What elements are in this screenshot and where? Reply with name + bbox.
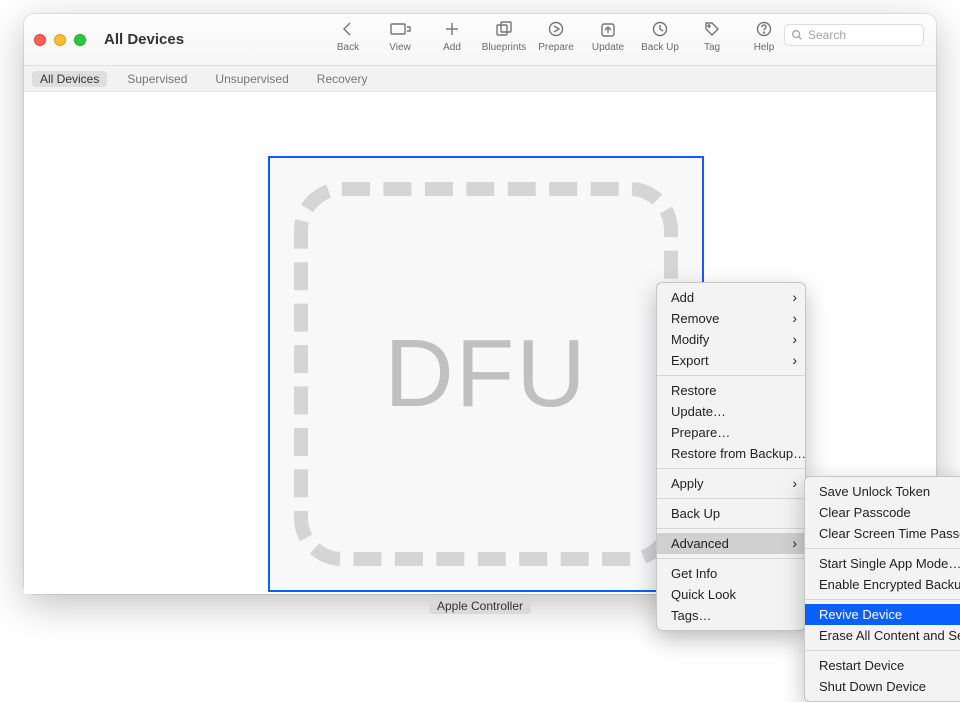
filter-unsupervised[interactable]: Unsupervised bbox=[207, 71, 296, 87]
submenu-clear-passcode[interactable]: Clear Passcode bbox=[805, 502, 960, 523]
filter-supervised[interactable]: Supervised bbox=[119, 71, 195, 87]
submenu-erase-all[interactable]: Erase All Content and Settings bbox=[805, 625, 960, 646]
submenu-shut-down-device[interactable]: Shut Down Device bbox=[805, 676, 960, 697]
submenu-save-unlock-token[interactable]: Save Unlock Token bbox=[805, 481, 960, 502]
menu-separator bbox=[657, 375, 805, 376]
menu-quick-look[interactable]: Quick Look bbox=[657, 584, 805, 605]
app-window: All Devices Back View Add Blueprints Pre… bbox=[24, 14, 936, 594]
menu-separator bbox=[805, 599, 960, 600]
filter-recovery[interactable]: Recovery bbox=[309, 71, 376, 87]
search-icon bbox=[791, 29, 803, 41]
prepare-icon bbox=[544, 18, 568, 40]
submenu-revive-device[interactable]: Revive Device bbox=[805, 604, 960, 625]
menu-apply[interactable]: Apply bbox=[657, 473, 805, 494]
search-input[interactable]: Search bbox=[784, 24, 924, 46]
menu-separator bbox=[805, 650, 960, 651]
add-button[interactable]: Add bbox=[426, 18, 478, 53]
toolbar-label: Update bbox=[592, 42, 624, 53]
prepare-button[interactable]: Prepare bbox=[530, 18, 582, 53]
filter-bar: All Devices Supervised Unsupervised Reco… bbox=[24, 66, 936, 92]
menu-restore[interactable]: Restore bbox=[657, 380, 805, 401]
update-icon bbox=[596, 18, 620, 40]
context-menu: Add Remove Modify Export Restore Update…… bbox=[656, 282, 806, 631]
plus-icon bbox=[440, 18, 464, 40]
toolbar: Back View Add Blueprints Prepare Update bbox=[322, 18, 790, 53]
menu-separator bbox=[657, 498, 805, 499]
menu-update[interactable]: Update… bbox=[657, 401, 805, 422]
submenu-single-app-mode[interactable]: Start Single App Mode… bbox=[805, 553, 960, 574]
menu-separator bbox=[657, 468, 805, 469]
menu-add[interactable]: Add bbox=[657, 287, 805, 308]
submenu-clear-screen-time[interactable]: Clear Screen Time Passcode bbox=[805, 523, 960, 544]
device-canvas: DFU Apple Controller Add Remove Modify E… bbox=[24, 92, 936, 594]
menu-get-info[interactable]: Get Info bbox=[657, 563, 805, 584]
help-button[interactable]: Help bbox=[738, 18, 790, 53]
toolbar-label: Add bbox=[443, 42, 461, 53]
backup-icon bbox=[648, 18, 672, 40]
update-button[interactable]: Update bbox=[582, 18, 634, 53]
toolbar-label: Tag bbox=[704, 42, 720, 53]
toolbar-label: Back bbox=[337, 42, 359, 53]
toolbar-label: View bbox=[389, 42, 411, 53]
submenu-restart-device[interactable]: Restart Device bbox=[805, 655, 960, 676]
backup-button[interactable]: Back Up bbox=[634, 18, 686, 53]
view-icon bbox=[388, 18, 412, 40]
menu-modify[interactable]: Modify bbox=[657, 329, 805, 350]
toolbar-label: Prepare bbox=[538, 42, 574, 53]
traffic-lights bbox=[34, 34, 86, 46]
menu-backup[interactable]: Back Up bbox=[657, 503, 805, 524]
search-placeholder: Search bbox=[808, 28, 846, 42]
toolbar-label: Blueprints bbox=[482, 42, 526, 53]
blueprints-icon bbox=[492, 18, 516, 40]
menu-prepare[interactable]: Prepare… bbox=[657, 422, 805, 443]
minimize-button[interactable] bbox=[54, 34, 66, 46]
menu-separator bbox=[657, 558, 805, 559]
menu-restore-backup[interactable]: Restore from Backup… bbox=[657, 443, 805, 464]
menu-advanced[interactable]: Advanced bbox=[657, 533, 805, 554]
menu-tags[interactable]: Tags… bbox=[657, 605, 805, 626]
tag-icon bbox=[700, 18, 724, 40]
toolbar-label: Help bbox=[754, 42, 775, 53]
back-button[interactable]: Back bbox=[322, 18, 374, 53]
titlebar: All Devices Back View Add Blueprints Pre… bbox=[24, 14, 936, 66]
dfu-label: DFU bbox=[384, 319, 587, 429]
tag-button[interactable]: Tag bbox=[686, 18, 738, 53]
submenu-encrypted-backups[interactable]: Enable Encrypted Backups… bbox=[805, 574, 960, 595]
back-icon bbox=[336, 18, 360, 40]
menu-separator bbox=[657, 528, 805, 529]
filter-all-devices[interactable]: All Devices bbox=[32, 71, 107, 87]
device-name-label: Apple Controller bbox=[429, 598, 531, 614]
device-tile[interactable]: DFU bbox=[268, 156, 704, 592]
menu-remove[interactable]: Remove bbox=[657, 308, 805, 329]
menu-separator bbox=[805, 548, 960, 549]
view-button[interactable]: View bbox=[374, 18, 426, 53]
advanced-submenu: Save Unlock Token Clear Passcode Clear S… bbox=[804, 476, 960, 702]
window-title: All Devices bbox=[104, 31, 184, 48]
blueprints-button[interactable]: Blueprints bbox=[478, 18, 530, 53]
zoom-button[interactable] bbox=[74, 34, 86, 46]
menu-export[interactable]: Export bbox=[657, 350, 805, 371]
close-button[interactable] bbox=[34, 34, 46, 46]
help-icon bbox=[752, 18, 776, 40]
toolbar-label: Back Up bbox=[641, 42, 679, 53]
